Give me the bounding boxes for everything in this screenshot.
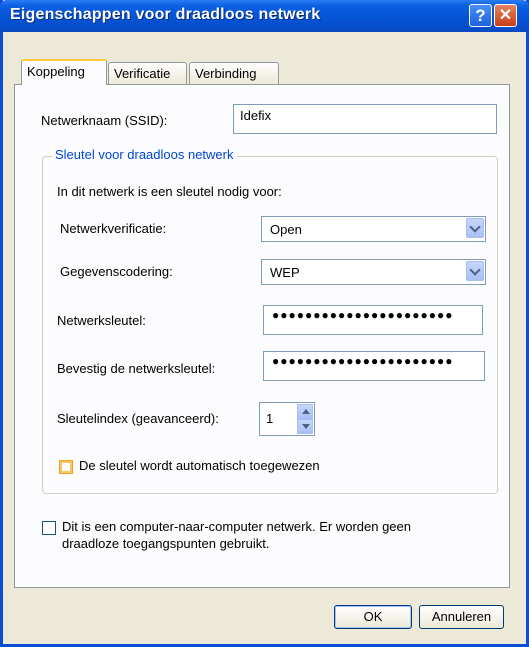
network-key-input[interactable]: ●●●●●●●●●●●●●●●●●●●●●● bbox=[263, 305, 483, 335]
confirm-key-input[interactable]: ●●●●●●●●●●●●●●●●●●●●●● bbox=[263, 351, 485, 381]
auth-value: Open bbox=[270, 222, 302, 237]
auth-select[interactable]: Open bbox=[261, 216, 486, 242]
encryption-label: Gegevenscodering: bbox=[60, 264, 173, 279]
key-index-value: 1 bbox=[266, 411, 274, 426]
encryption-select[interactable]: WEP bbox=[261, 259, 486, 285]
key-index-spinner[interactable]: 1 bbox=[259, 402, 315, 436]
chevron-down-icon[interactable] bbox=[466, 218, 484, 238]
key-index-label: Sleutelindex (geavanceerd): bbox=[57, 411, 219, 426]
ssid-input[interactable]: Idefix bbox=[233, 104, 497, 134]
group-title: Sleutel voor draadloos netwerk bbox=[52, 147, 237, 162]
confirm-key-value: ●●●●●●●●●●●●●●●●●●●●●● bbox=[272, 354, 454, 368]
ssid-value: Idefix bbox=[240, 108, 272, 123]
auto-key-checkbox[interactable] bbox=[59, 460, 73, 474]
adhoc-label-line1: Dit is een computer-naar-computer netwer… bbox=[62, 519, 411, 534]
ok-button[interactable]: OK bbox=[334, 605, 412, 629]
key-required-text: In dit netwerk is een sleutel nodig voor… bbox=[57, 184, 282, 199]
adhoc-label-line2: draadloze toegangspunten gebruikt. bbox=[62, 536, 270, 551]
spin-down-icon[interactable] bbox=[297, 419, 313, 434]
confirm-key-label: Bevestig de netwerksleutel: bbox=[57, 361, 216, 376]
encryption-value: WEP bbox=[270, 265, 300, 280]
auth-label: Netwerkverificatie: bbox=[60, 221, 167, 236]
network-key-value: ●●●●●●●●●●●●●●●●●●●●●● bbox=[272, 308, 454, 322]
ssid-label: Netwerknaam (SSID): bbox=[41, 113, 168, 128]
chevron-down-icon[interactable] bbox=[466, 261, 484, 281]
spin-up-icon[interactable] bbox=[297, 404, 313, 419]
network-key-label: Netwerksleutel: bbox=[57, 313, 146, 328]
cancel-button[interactable]: Annuleren bbox=[419, 605, 504, 629]
adhoc-checkbox[interactable] bbox=[42, 521, 56, 535]
auto-key-label: De sleutel wordt automatisch toegewezen bbox=[79, 458, 320, 473]
